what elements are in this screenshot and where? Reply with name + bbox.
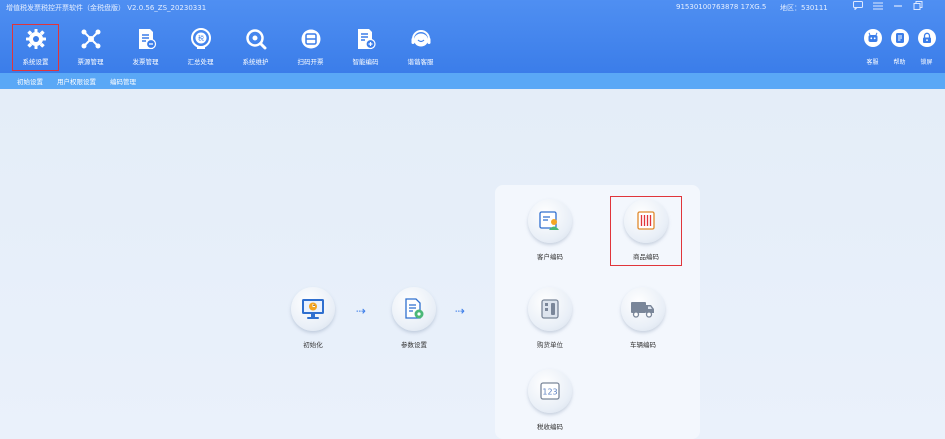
restore-icon[interactable] [911,1,925,13]
truck-icon [631,302,654,318]
init-label: 初始化 [303,341,323,349]
buyer-unit-label: 购货单位 [537,341,563,349]
goods-code-label: 商品编码 [633,253,659,261]
number-card-icon: 123 [540,382,560,400]
monitor-icon [302,299,324,319]
nav-label: 智能编码 [352,58,379,66]
nav-label: 汇总处理 [187,58,214,66]
region-label: 地区：530111 [780,4,828,12]
tax-code-label: 税收编码 [537,423,563,431]
minimize-icon[interactable] [891,1,905,13]
nav-label: 系统设置 [22,58,49,66]
lock-icon [922,32,931,43]
gear-icon [25,29,46,49]
tab-user-permissions[interactable]: 用户权限设置 [57,76,96,86]
top-header: 增值税发票税控开票软件（金税盘版） V2.0.56_ZS_20230331 91… [0,0,945,73]
nav-invoice-management[interactable]: 发票管理 [122,24,169,71]
main-area: 初始化 ⇢ 参数设置 ⇢ 客户编码 商品编码 购货单位 车辆编码 123 税收编… [0,89,945,439]
svg-text:123: 123 [542,388,557,397]
building-icon [541,299,559,319]
tool-label: 锁屏 [920,59,933,66]
nav-scan-invoice[interactable]: 扫码开票 [287,24,334,71]
nav-label: 谐谐客服 [407,58,434,66]
customer-code-label: 客户编码 [537,253,563,261]
tax-code-button[interactable]: 123 税收编码 [515,369,585,431]
customer-service-button[interactable]: 客服 [862,29,883,66]
goods-barcode-icon [637,211,655,230]
lock-screen-button[interactable]: 锁屏 [916,29,937,66]
window-controls [851,1,925,13]
sub-tab-bar: 初始设置 用户权限设置 编码管理 [0,73,945,89]
summary-icon: 税 [190,28,211,49]
nav-smart-coding[interactable]: 智能编码 [342,24,389,71]
flow-arrow-2: ⇢ [455,304,465,318]
buyer-unit-button[interactable]: 购货单位 [515,287,585,349]
param-settings-button[interactable]: 参数设置 [379,287,449,349]
customer-code-button[interactable]: 客户编码 [515,199,585,261]
nodes-icon [81,29,100,49]
customer-card-icon [539,211,559,230]
init-button[interactable]: 初始化 [278,287,348,349]
nav-label: 系统维护 [242,58,269,66]
scan-icon [301,29,320,49]
nav-customer-service[interactable]: 谐谐客服 [397,24,444,71]
nav-system-maintenance[interactable]: 系统维护 [232,24,279,71]
app-title: 增值税发票税控开票软件（金税盘版） V2.0.56_ZS_20230331 [6,4,207,12]
tab-initial-settings[interactable]: 初始设置 [17,76,43,86]
flow-arrow-1: ⇢ [356,304,366,318]
nav-ticket-source[interactable]: 票源管理 [67,24,114,71]
vehicle-code-button[interactable]: 车辆编码 [608,287,678,349]
help-icon [895,33,904,43]
vehicle-code-label: 车辆编码 [630,341,656,349]
invoice-icon [138,29,156,50]
tool-label: 帮助 [893,59,906,66]
nav-label: 票源管理 [77,58,104,66]
tab-code-management[interactable]: 编码管理 [110,76,136,86]
document-gear-icon [405,298,424,319]
tool-label: 客服 [866,59,879,66]
nav-label: 发票管理 [132,58,159,66]
menu-icon[interactable] [871,1,885,13]
right-tools: 客服 帮助 锁屏 [862,29,937,66]
robot-icon [868,32,877,42]
maintenance-icon [245,29,266,50]
chat-icon[interactable] [851,1,865,13]
help-button[interactable]: 帮助 [889,29,910,66]
nav-system-settings[interactable]: 系统设置 [12,24,59,71]
main-nav: 系统设置 票源管理 发票管理 税 汇总处理 系统维护 扫码开票 智能编码 谐谐客… [12,24,452,71]
service-icon [411,30,430,47]
tax-id-label: 91530100763878 17XG.5 [676,3,767,11]
svg-text:税: 税 [197,35,203,43]
nav-label: 扫码开票 [297,58,324,66]
smart-code-icon [357,29,376,50]
goods-code-button[interactable]: 商品编码 [610,196,682,266]
nav-summary-processing[interactable]: 税 汇总处理 [177,24,224,71]
param-settings-label: 参数设置 [401,341,427,349]
